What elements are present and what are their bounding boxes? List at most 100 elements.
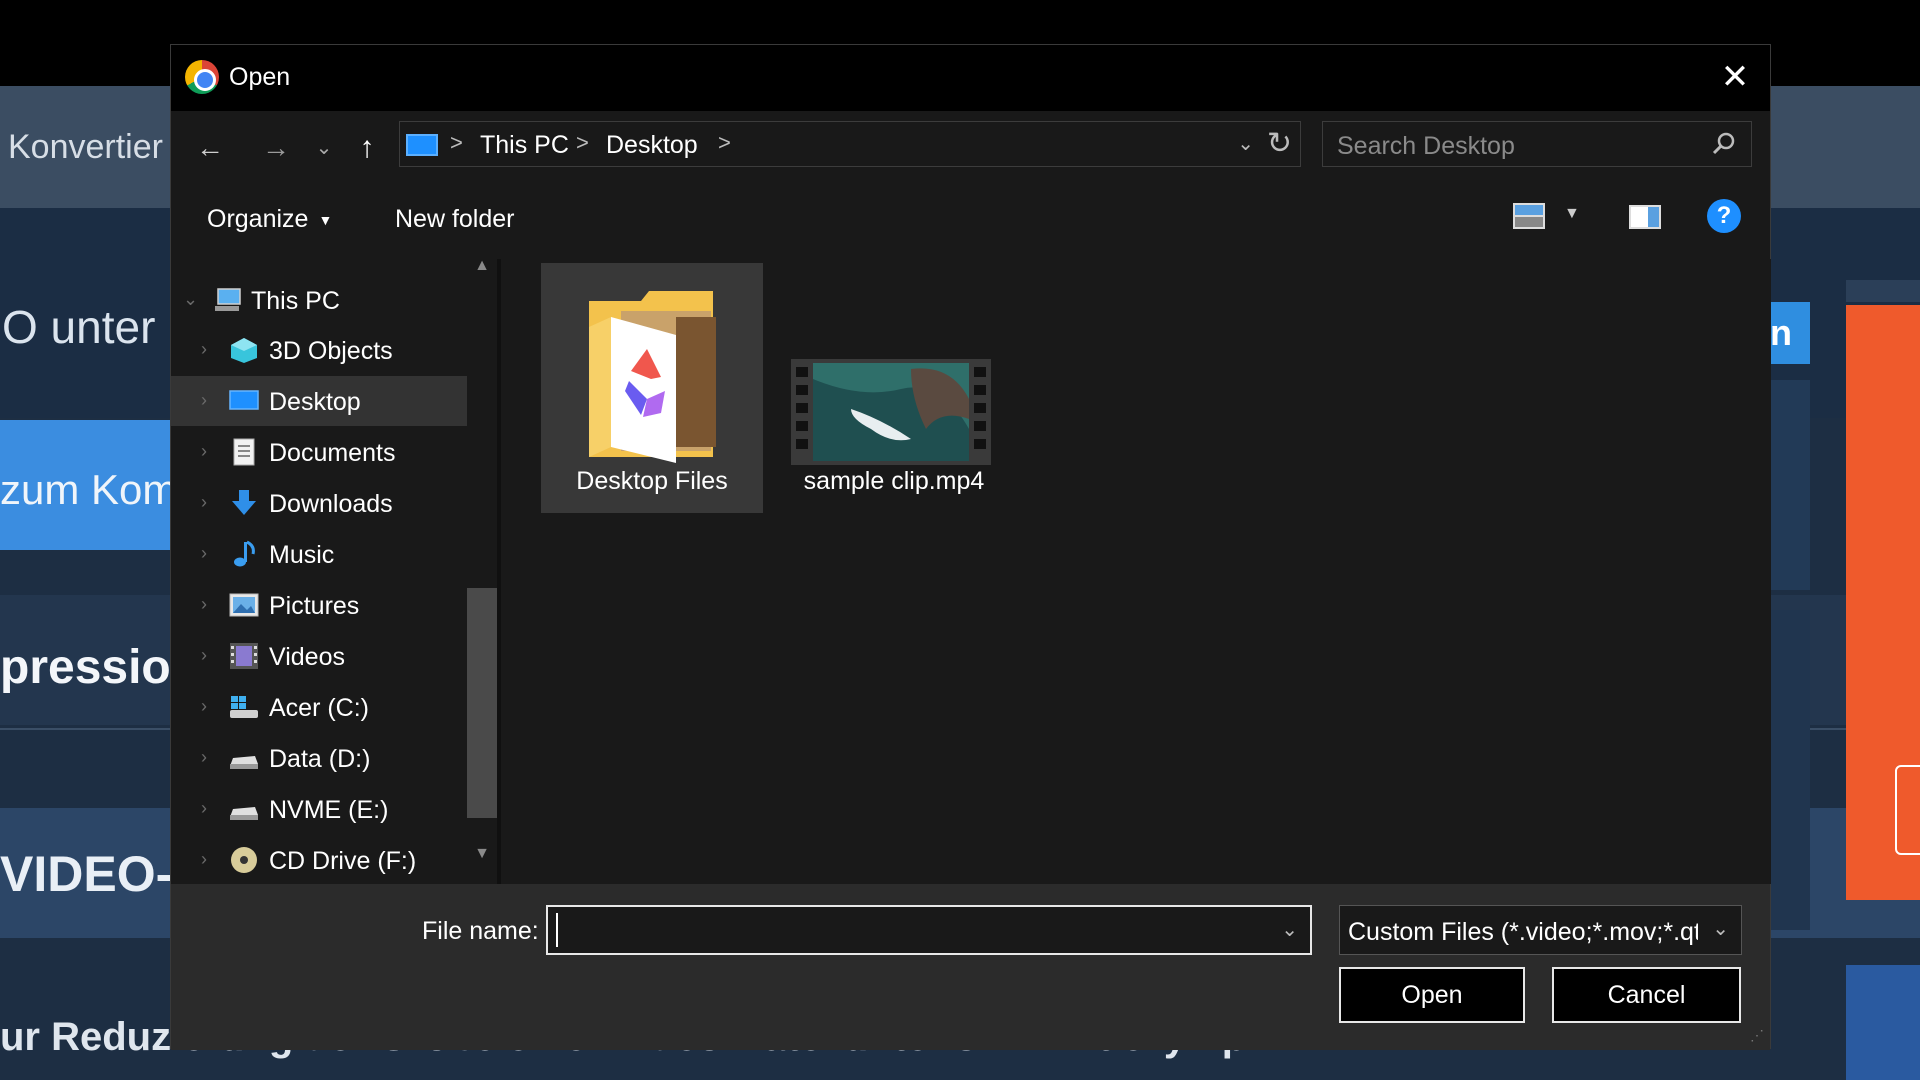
tree-item-desktop[interactable]: › Desktop <box>171 376 467 426</box>
tree-item-label: Acer (C:) <box>269 694 369 722</box>
tree-item-data-d[interactable]: › Data (D:) <box>171 733 467 783</box>
collapsed-chevron-icon[interactable]: › <box>201 645 207 666</box>
help-icon[interactable]: ? <box>1707 199 1741 233</box>
desktop-icon <box>229 390 259 410</box>
dialog-title: Open <box>229 63 291 91</box>
collapsed-chevron-icon[interactable]: › <box>201 747 207 768</box>
organize-label: Organize <box>207 205 309 233</box>
folder-icon <box>589 291 716 463</box>
search-box[interactable]: Search Desktop <box>1322 121 1752 167</box>
breadcrumb-separator[interactable]: > <box>450 130 463 156</box>
bg-right-button: n <box>1770 302 1810 364</box>
tree-item-pictures[interactable]: › Pictures <box>171 580 467 630</box>
tree-item-this-pc[interactable]: ⌄ This PC <box>171 275 467 325</box>
title-bar[interactable]: Open ✕ <box>171 45 1770 111</box>
scroll-down-icon[interactable]: ▼ <box>467 845 497 875</box>
bg-right-bottom <box>1846 965 1920 1080</box>
tree-item-label: NVME (E:) <box>269 796 389 824</box>
file-name-input[interactable] <box>556 913 1256 947</box>
breadcrumb-separator[interactable]: > <box>576 130 589 156</box>
file-type-filter-select[interactable]: Custom Files (*.video;*.mov;*.qt; ⌄ <box>1339 905 1742 955</box>
file-name-label: File name: <box>422 917 539 945</box>
new-folder-button[interactable]: New folder <box>395 205 515 234</box>
breadcrumb-separator[interactable]: > <box>718 130 731 156</box>
pictures-icon <box>229 593 259 617</box>
address-dropdown-chevron-icon[interactable]: ⌄ <box>1237 131 1254 156</box>
collapsed-chevron-icon[interactable]: › <box>201 594 207 615</box>
tree-item-label: Downloads <box>269 490 393 518</box>
collapsed-chevron-icon[interactable]: › <box>201 441 207 462</box>
breadcrumb-this-pc[interactable]: This PC <box>480 131 569 160</box>
collapsed-chevron-icon[interactable]: › <box>201 390 207 411</box>
tree-item-acer-c[interactable]: › Acer (C:) <box>171 682 467 732</box>
tree-item-label: Pictures <box>269 592 360 620</box>
collapsed-chevron-icon[interactable]: › <box>201 492 207 513</box>
tree-item-documents[interactable]: › Documents <box>171 427 467 477</box>
collapsed-chevron-icon[interactable]: › <box>201 339 207 360</box>
tree-item-label: Documents <box>269 439 396 467</box>
back-arrow-icon[interactable]: ← <box>191 131 229 165</box>
tree-item-3d-objects[interactable]: › 3D Objects <box>171 325 467 375</box>
file-item-sample-clip[interactable]: sample clip.mp4 <box>783 263 1005 513</box>
tree-item-label: Videos <box>269 643 345 671</box>
cancel-button[interactable]: Cancel <box>1552 967 1741 1023</box>
file-item-desktop-files[interactable]: Desktop Files <box>541 263 763 513</box>
tree-item-downloads[interactable]: › Downloads <box>171 478 467 528</box>
tree-item-label: CD Drive (F:) <box>269 847 417 875</box>
forward-arrow-icon[interactable]: → <box>257 131 295 165</box>
collapsed-chevron-icon[interactable]: › <box>201 543 207 564</box>
collapsed-chevron-icon[interactable]: › <box>201 798 207 819</box>
bg-right-panel <box>1770 380 1810 590</box>
bg-heading-3: VIDEO- <box>0 846 173 902</box>
tree-item-videos[interactable]: › Videos <box>171 631 467 681</box>
filter-dropdown-chevron-icon[interactable]: ⌄ <box>1712 916 1729 941</box>
address-bar[interactable]: > This PC > Desktop > ⌄ ↻ <box>399 121 1301 167</box>
video-file-icon <box>791 359 991 465</box>
bg-right-panel-2 <box>1770 610 1810 930</box>
breadcrumb-desktop[interactable]: Desktop <box>606 131 698 160</box>
file-name: sample clip.mp4 <box>803 467 985 495</box>
preview-pane-icon[interactable] <box>1629 205 1661 229</box>
file-name: Desktop Files <box>576 467 728 495</box>
collapsed-chevron-icon[interactable]: › <box>201 849 207 870</box>
collapsed-chevron-icon[interactable]: › <box>201 696 207 717</box>
view-mode-caret-icon[interactable]: ▼ <box>1564 205 1580 223</box>
this-pc-icon[interactable] <box>406 134 438 156</box>
video-icon <box>230 643 258 669</box>
tree-item-label: Music <box>269 541 335 569</box>
bg-heading-1: O unter <box>2 301 156 353</box>
tree-item-nvme-e[interactable]: › NVME (E:) <box>171 784 467 834</box>
file-name-field[interactable]: ⌄ <box>546 905 1312 955</box>
close-button[interactable]: ✕ <box>1700 45 1770 111</box>
organize-button[interactable]: Organize ▼ <box>207 205 332 234</box>
navigation-tree: ⌄ This PC › 3D Objects › Desktop › Docum… <box>171 259 497 884</box>
search-icon[interactable] <box>1711 131 1737 157</box>
cd-drive-icon <box>231 847 257 873</box>
view-mode-icon[interactable] <box>1513 203 1545 229</box>
expanded-chevron-icon[interactable]: ⌄ <box>183 289 198 310</box>
bg-right-strip <box>1846 280 1920 302</box>
download-icon <box>232 490 256 515</box>
tree-item-cd-drive-f[interactable]: › CD Drive (F:) <box>171 835 467 885</box>
tree-item-label: 3D Objects <box>269 337 393 365</box>
recent-locations-chevron-icon[interactable]: ⌄ <box>309 131 339 165</box>
scroll-up-icon[interactable]: ▲ <box>467 257 497 287</box>
resize-grip-icon[interactable]: ⋰ <box>1750 1027 1764 1044</box>
bg-nav-text: Konvertier <box>8 128 163 166</box>
drive-icon <box>230 756 258 769</box>
caret-down-icon: ▼ <box>318 212 333 229</box>
tree-item-label: Desktop <box>269 388 361 416</box>
cube-icon <box>231 338 257 363</box>
document-icon <box>233 438 255 466</box>
open-file-dialog: Open ✕ ← → ⌄ ↑ > This PC > Desktop > ⌄ ↻… <box>170 44 1771 1050</box>
tree-item-label: Data (D:) <box>269 745 371 773</box>
tree-item-label: This PC <box>251 287 340 315</box>
system-drive-icon <box>230 696 258 718</box>
tree-scrollbar-thumb[interactable] <box>467 588 497 818</box>
refresh-icon[interactable]: ↻ <box>1267 126 1292 161</box>
music-note-icon <box>234 540 255 567</box>
open-button[interactable]: Open <box>1339 967 1525 1023</box>
up-arrow-icon[interactable]: ↑ <box>349 131 385 165</box>
tree-item-music[interactable]: › Music <box>171 529 467 579</box>
file-name-dropdown-chevron-icon[interactable]: ⌄ <box>1281 917 1298 942</box>
